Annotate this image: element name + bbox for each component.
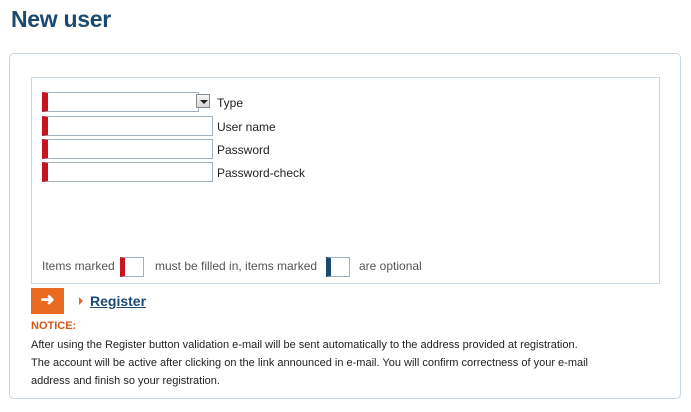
registration-form: Type User name Password Password-check I…	[31, 77, 660, 284]
arrow-right-icon: ➜	[40, 290, 55, 309]
optional-marker-sample	[326, 257, 350, 277]
registration-panel: Type User name Password Password-check I…	[9, 53, 681, 399]
notice-line: The account will be active after clickin…	[31, 357, 588, 369]
notice-line: After using the Register button validati…	[31, 339, 578, 351]
legend-suffix: are optional	[359, 259, 422, 273]
notice-text: After using the Register button validati…	[31, 336, 671, 390]
password-input[interactable]	[42, 139, 213, 159]
password-label: Password	[217, 143, 270, 157]
password-check-label: Password-check	[217, 166, 306, 180]
triangle-bullet-icon	[79, 297, 83, 305]
required-marker-sample	[120, 257, 144, 277]
username-input[interactable]	[42, 116, 213, 136]
register-link[interactable]: Register	[90, 293, 146, 309]
username-label: User name	[217, 120, 276, 134]
page-title: New user	[11, 6, 111, 32]
legend-middle: must be filled in, items marked	[155, 259, 318, 273]
type-label: Type	[217, 96, 244, 110]
password-check-input[interactable]	[42, 162, 213, 182]
register-arrow-button[interactable]: ➜	[31, 288, 64, 314]
notice-line: address and finish so your registration.	[31, 375, 220, 387]
dropdown-arrow-icon[interactable]	[196, 94, 210, 108]
legend-prefix: Items marked	[42, 259, 115, 273]
notice-title: NOTICE:	[31, 320, 77, 332]
type-select[interactable]	[42, 92, 210, 112]
